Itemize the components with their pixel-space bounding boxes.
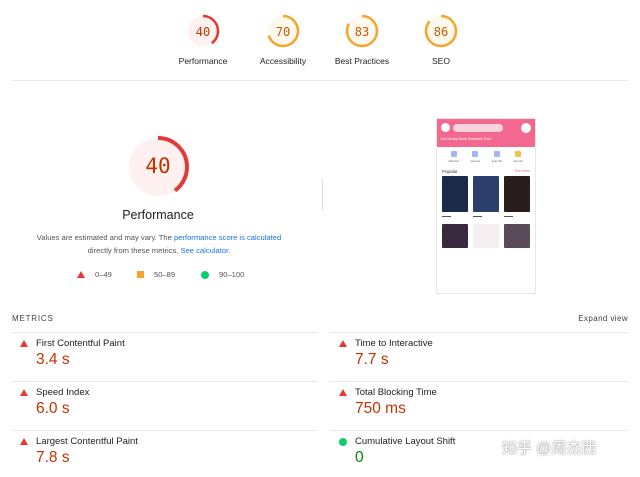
description-text: directly from these metrics.: [87, 246, 179, 255]
legend-range: 50–89: [154, 270, 176, 279]
triangle-icon: [77, 271, 85, 278]
score-calculated-link[interactable]: performance score is calculated: [174, 233, 281, 242]
metric-divider: [12, 430, 317, 431]
gauge-label: Accessibility: [259, 56, 307, 66]
metric-value: 750 ms: [355, 400, 406, 417]
performance-description: Values are estimated and may vary. The p…: [26, 231, 292, 257]
fail-triangle-icon: [20, 438, 28, 445]
square-icon: [137, 271, 144, 278]
see-more-link: See more: [514, 169, 530, 173]
book-cover: [473, 176, 499, 212]
book-cover: [473, 224, 499, 248]
page-screenshot-thumbnail[interactable]: Hot Library Book Romantic Free Ranked Ge…: [436, 118, 536, 294]
see-calculator-link[interactable]: See calculator.: [181, 246, 231, 255]
watermark: 知乎 @周杰西: [502, 440, 597, 457]
gauge-performance[interactable]: 40 Performance: [158, 14, 248, 66]
metric-value: 0: [355, 449, 364, 466]
book-cover: [504, 224, 530, 248]
fail-triangle-icon: [20, 389, 28, 396]
book-card: ▬▬▬: [504, 176, 530, 218]
performance-title: Performance: [122, 208, 194, 222]
legend-average: 50–89: [137, 270, 175, 279]
metric-name: Cumulative Layout Shift: [355, 436, 456, 447]
category-icon: [450, 151, 457, 157]
header-divider: [12, 80, 628, 81]
legend-fail: 0–49: [77, 270, 112, 279]
category-item: Ranked: [447, 151, 461, 163]
popular-row: Popular See more: [437, 165, 535, 176]
book-cover: [442, 224, 468, 248]
fail-triangle-icon: [20, 340, 28, 347]
book-cover: [504, 176, 530, 212]
section-divider: [322, 178, 323, 210]
metric-value: 7.8 s: [36, 449, 70, 466]
book-cover: [442, 176, 468, 212]
metric-divider: [330, 381, 628, 382]
metric-value: 6.0 s: [36, 400, 70, 417]
category-row: Ranked Genres Just-Ok Events: [437, 147, 535, 165]
gauge-label: Best Practices: [334, 56, 390, 66]
category-icon: [515, 151, 522, 157]
legend-pass: 90–100: [201, 270, 244, 279]
popular-heading: Popular: [442, 169, 458, 174]
category-icon: [472, 151, 479, 157]
metric-divider: [330, 332, 628, 333]
category-item: Just-Ok: [490, 151, 504, 163]
gauge-score: 86: [433, 25, 449, 39]
logo-icon: [441, 123, 450, 132]
performance-score: 40: [145, 154, 171, 178]
pass-circle-icon: [339, 438, 347, 446]
category-item: Genres: [468, 151, 482, 163]
gauge-score: 40: [195, 25, 211, 39]
description-text: Values are estimated and may vary. The: [36, 233, 172, 242]
metric-name: Total Blocking Time: [355, 387, 437, 398]
metric-divider: [12, 381, 317, 382]
thumbnail-tabs: Hot Library Book Romantic Free: [440, 137, 492, 141]
gauge-accessibility[interactable]: 70 Accessibility: [238, 14, 328, 66]
metric-name: Largest Contentful Paint: [36, 436, 138, 447]
metric-divider: [330, 430, 628, 431]
gauge-best-practices[interactable]: 83 Best Practices: [317, 14, 407, 66]
metric-name: First Contentful Paint: [36, 338, 125, 349]
book-row: [437, 218, 535, 248]
fail-triangle-icon: [339, 340, 347, 347]
book-card: ▬▬▬: [473, 176, 499, 218]
search-bar: [453, 124, 503, 132]
gauge-label: SEO: [432, 56, 450, 66]
avatar: [521, 123, 531, 133]
gauge-label: Performance: [178, 56, 228, 66]
legend-range: 0–49: [95, 270, 112, 279]
metric-name: Speed Index: [36, 387, 90, 398]
metric-divider: [12, 332, 317, 333]
metric-name: Time to Interactive: [355, 338, 433, 349]
metric-value: 7.7 s: [355, 351, 389, 368]
book-row: ▬▬▬ ▬▬▬ ▬▬▬: [437, 176, 535, 218]
book-card: ▬▬▬: [442, 176, 468, 218]
gauge-seo[interactable]: 86 SEO: [396, 14, 486, 66]
category-icon: [493, 151, 500, 157]
gauge-score: 83: [354, 25, 370, 39]
gauge-score: 70: [275, 25, 291, 39]
circle-icon: [201, 270, 209, 279]
score-gauges: 40 Performance 70 Accessibility 83 Best …: [0, 0, 640, 80]
legend-range: 90–100: [219, 270, 245, 279]
expand-view-button[interactable]: Expand view: [578, 314, 628, 323]
fail-triangle-icon: [339, 389, 347, 396]
thumbnail-header: Hot Library Book Romantic Free: [437, 119, 535, 147]
category-item: Events: [511, 151, 525, 163]
metric-value: 3.4 s: [36, 351, 70, 368]
metrics-heading: METRICS: [12, 314, 54, 323]
